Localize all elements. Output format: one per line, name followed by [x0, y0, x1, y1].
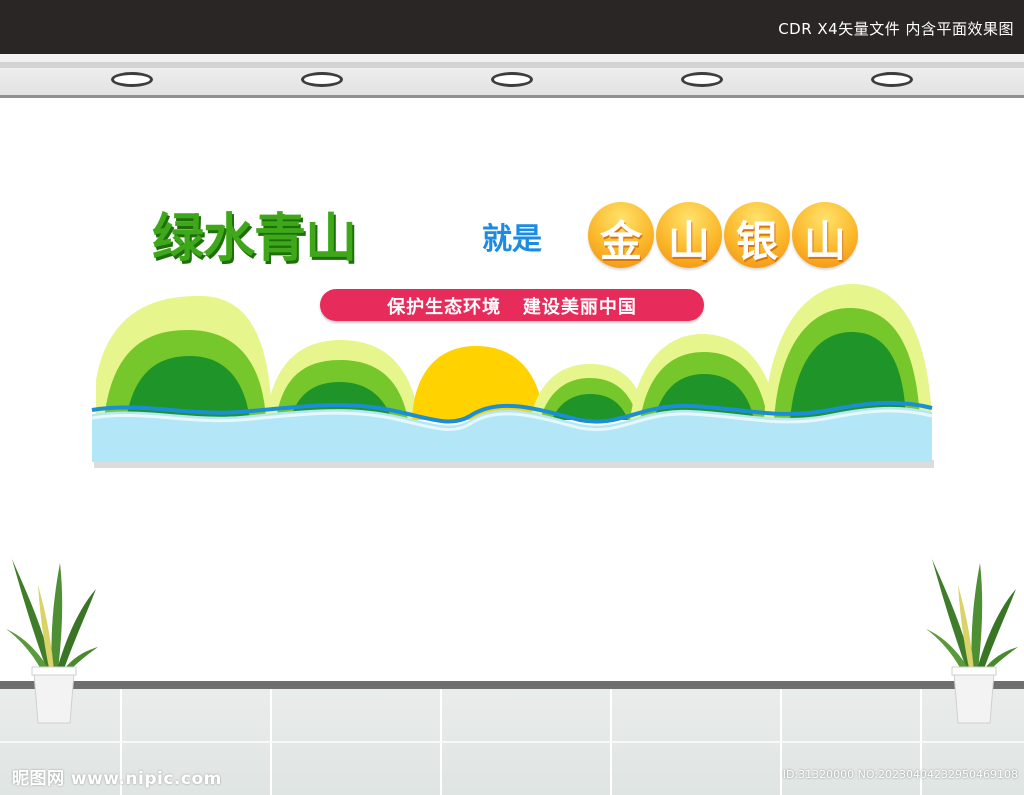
- gold-char-1: 金: [599, 217, 642, 266]
- gold-char-3: 银: [735, 217, 778, 266]
- potted-plant-icon: [6, 559, 98, 724]
- sign-landscape: [91, 284, 934, 468]
- potted-plant-icon: [926, 559, 1018, 724]
- watermark-right: ID:31320000 NO:20230404232950469108: [782, 768, 1018, 781]
- title-blue: 就是: [482, 222, 542, 257]
- gold-char-2: 山: [667, 217, 710, 266]
- slogan-text: 保护生态环境 建设美丽中国: [387, 297, 637, 318]
- watermark-left: 昵图网 www.nipic.com: [12, 769, 222, 789]
- gold-char-4: 山: [803, 217, 846, 266]
- title-green: 绿水青山: [152, 209, 357, 269]
- tile-line: [0, 741, 1024, 743]
- baseboard: [0, 681, 1024, 689]
- slogan-pill: 保护生态环境 建设美丽中国: [320, 289, 704, 321]
